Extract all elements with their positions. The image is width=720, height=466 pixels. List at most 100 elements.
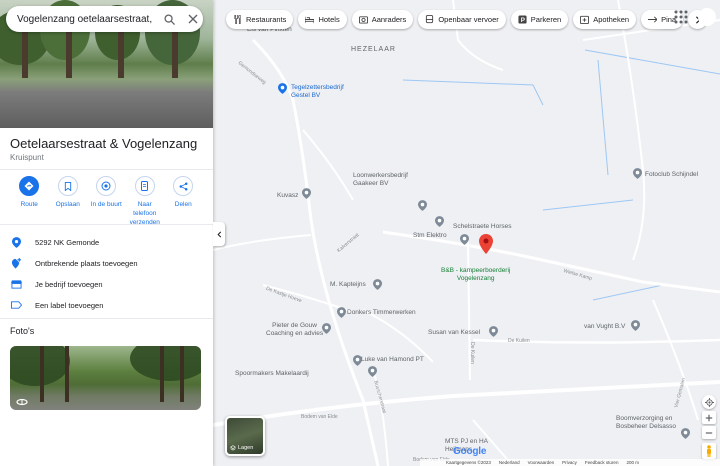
place-pin-icon[interactable] <box>633 168 642 179</box>
add-label-row[interactable]: Een label toevoegen <box>10 298 103 312</box>
my-location-button[interactable] <box>702 395 716 409</box>
place-pin-icon[interactable] <box>278 83 287 94</box>
atm-icon <box>648 15 658 24</box>
share-button[interactable]: Delen <box>164 176 203 227</box>
road-label: Bodem van Elde <box>301 414 338 420</box>
place-pin-icon[interactable] <box>460 234 469 245</box>
add-label-text: Een label toevoegen <box>35 300 104 310</box>
chevron-left-icon <box>216 231 221 237</box>
label-icon <box>10 299 22 311</box>
place-pin-icon[interactable] <box>368 366 377 377</box>
place-pin-icon[interactable] <box>418 200 427 211</box>
plus-icon <box>705 414 713 421</box>
road-label: De Kuilen <box>508 338 530 344</box>
directions-icon <box>19 176 40 196</box>
map-canvas[interactable]: HEZELAAR Els van Pinxten Tegelzettersbed… <box>213 0 720 466</box>
map-place-label[interactable]: Boomverzorging en Bosbeheer Delsasso <box>616 415 676 431</box>
place-pin-icon[interactable] <box>631 320 640 331</box>
google-logo: Google <box>453 446 486 457</box>
attribution-data: Kaartgegevens ©2023 <box>446 460 491 465</box>
map-place-label[interactable]: Pieter de Gouw Coaching en advies <box>266 322 323 338</box>
map-region-label: HEZELAAR <box>351 46 396 53</box>
share-icon <box>173 176 194 196</box>
add-business-text: Je bedrijf toevoegen <box>35 279 103 289</box>
privacy-link[interactable]: Privacy <box>562 460 577 465</box>
send-to-phone-icon <box>134 176 155 196</box>
camera-icon <box>358 15 368 24</box>
avatar[interactable] <box>698 8 716 26</box>
bookmark-icon <box>57 176 78 196</box>
chip-restaurants[interactable]: Restaurants <box>226 10 294 29</box>
fork-knife-icon <box>233 15 242 24</box>
map-place-label[interactable]: Susan van Kessel <box>428 329 480 337</box>
place-pin-icon[interactable] <box>302 188 311 199</box>
scale-label[interactable]: 200 m <box>626 460 639 465</box>
map-place-label[interactable]: Loonwerkersbedrijf Gaakeer BV <box>353 172 408 188</box>
map-place-label[interactable]: B&B - kampeerboerderij Vogelenzang <box>441 267 510 283</box>
map-place-label[interactable]: van Vught B.V <box>584 323 625 331</box>
map-place-label[interactable]: Stm Elektro <box>413 232 447 240</box>
chip-apotheken[interactable]: Apotheken <box>573 10 637 29</box>
route-button[interactable]: Route <box>10 176 49 227</box>
terms-link[interactable]: Voorwaarden <box>528 460 555 465</box>
add-place-text: Ontbrekende plaats toevoegen <box>35 258 138 268</box>
divider <box>0 318 213 319</box>
location-pin-icon <box>10 236 22 248</box>
place-pin-icon[interactable] <box>435 216 444 227</box>
place-pin-icon[interactable] <box>681 428 690 439</box>
map-place-label[interactable]: Kuvasz <box>277 192 298 200</box>
attribution-region[interactable]: Nederland <box>499 460 520 465</box>
zoom-in-button[interactable] <box>702 411 716 424</box>
zoom-out-button[interactable] <box>702 426 716 439</box>
collapse-panel-button[interactable] <box>213 222 225 246</box>
photo-thumbnail[interactable] <box>10 346 201 410</box>
street-view-pegman[interactable] <box>702 443 716 459</box>
map-place-label[interactable]: Spoormakers Makelaardij <box>235 370 309 378</box>
layers-button[interactable]: Lagen <box>225 416 265 456</box>
place-pin-icon[interactable] <box>322 323 331 334</box>
map-place-label[interactable]: Schelstraete Horses <box>453 223 512 231</box>
map-roads <box>213 0 720 466</box>
chip-hotels[interactable]: Hotels <box>298 10 347 29</box>
page-title: Oetelaarsestraat & Vogelenzang <box>10 136 198 151</box>
place-side-panel: Oetelaarsestraat & Vogelenzang Kruispunt… <box>0 0 213 466</box>
pharmacy-icon <box>580 15 590 24</box>
map-place-label[interactable]: M. Kapteijns <box>330 281 366 289</box>
add-place-row[interactable]: Ontbrekende plaats toevoegen <box>10 256 138 270</box>
search-input[interactable] <box>17 13 153 25</box>
bed-icon <box>305 15 315 24</box>
close-icon[interactable] <box>183 9 203 29</box>
parking-icon: P <box>518 15 527 24</box>
chip-aanraders[interactable]: Aanraders <box>351 10 414 29</box>
search-box <box>6 6 203 32</box>
nearby-button[interactable]: In de buurt <box>87 176 126 227</box>
search-icon[interactable] <box>159 9 179 29</box>
chip-openbaar-vervoer[interactable]: Openbaar vervoer <box>418 10 506 29</box>
feedback-link[interactable]: Feedback sturen <box>585 460 619 465</box>
add-location-icon <box>10 257 22 269</box>
map-place-label[interactable]: Luke van Hamond PT <box>361 356 424 364</box>
place-pin-icon[interactable] <box>489 326 498 337</box>
add-business-row[interactable]: Je bedrijf toevoegen <box>10 277 103 291</box>
map-place-label[interactable]: Fotoclub Schijndel <box>645 171 698 179</box>
address-row[interactable]: 5292 NK Gemonde <box>10 235 99 249</box>
place-pin-icon[interactable] <box>373 279 382 290</box>
address-text: 5292 NK Gemonde <box>35 237 100 247</box>
layers-label: Lagen <box>238 445 254 451</box>
crosshair-icon <box>704 397 714 407</box>
save-button[interactable]: Opslaan <box>49 176 88 227</box>
divider <box>0 169 213 170</box>
map-place-label[interactable]: Donkers Timmerwerken <box>347 309 416 317</box>
send-to-phone-button[interactable]: Naar telefoon verzenden <box>126 176 165 227</box>
street-view-360-icon <box>16 398 28 406</box>
nearby-icon <box>96 176 117 196</box>
map-place-label[interactable]: Tegelzettersbedrijf Gestel BV <box>291 84 344 100</box>
place-pin-icon[interactable] <box>353 355 362 366</box>
chip-parkeren[interactable]: P Parkeren <box>510 10 569 29</box>
divider <box>0 224 213 225</box>
google-logo-text: Google <box>453 446 487 457</box>
selected-location-pin-icon[interactable] <box>479 234 493 254</box>
category-chips: Restaurants Hotels Aanraders Openbaar ve… <box>226 10 708 29</box>
apps-grid-icon[interactable] <box>673 9 689 25</box>
place-pin-icon[interactable] <box>337 307 346 318</box>
